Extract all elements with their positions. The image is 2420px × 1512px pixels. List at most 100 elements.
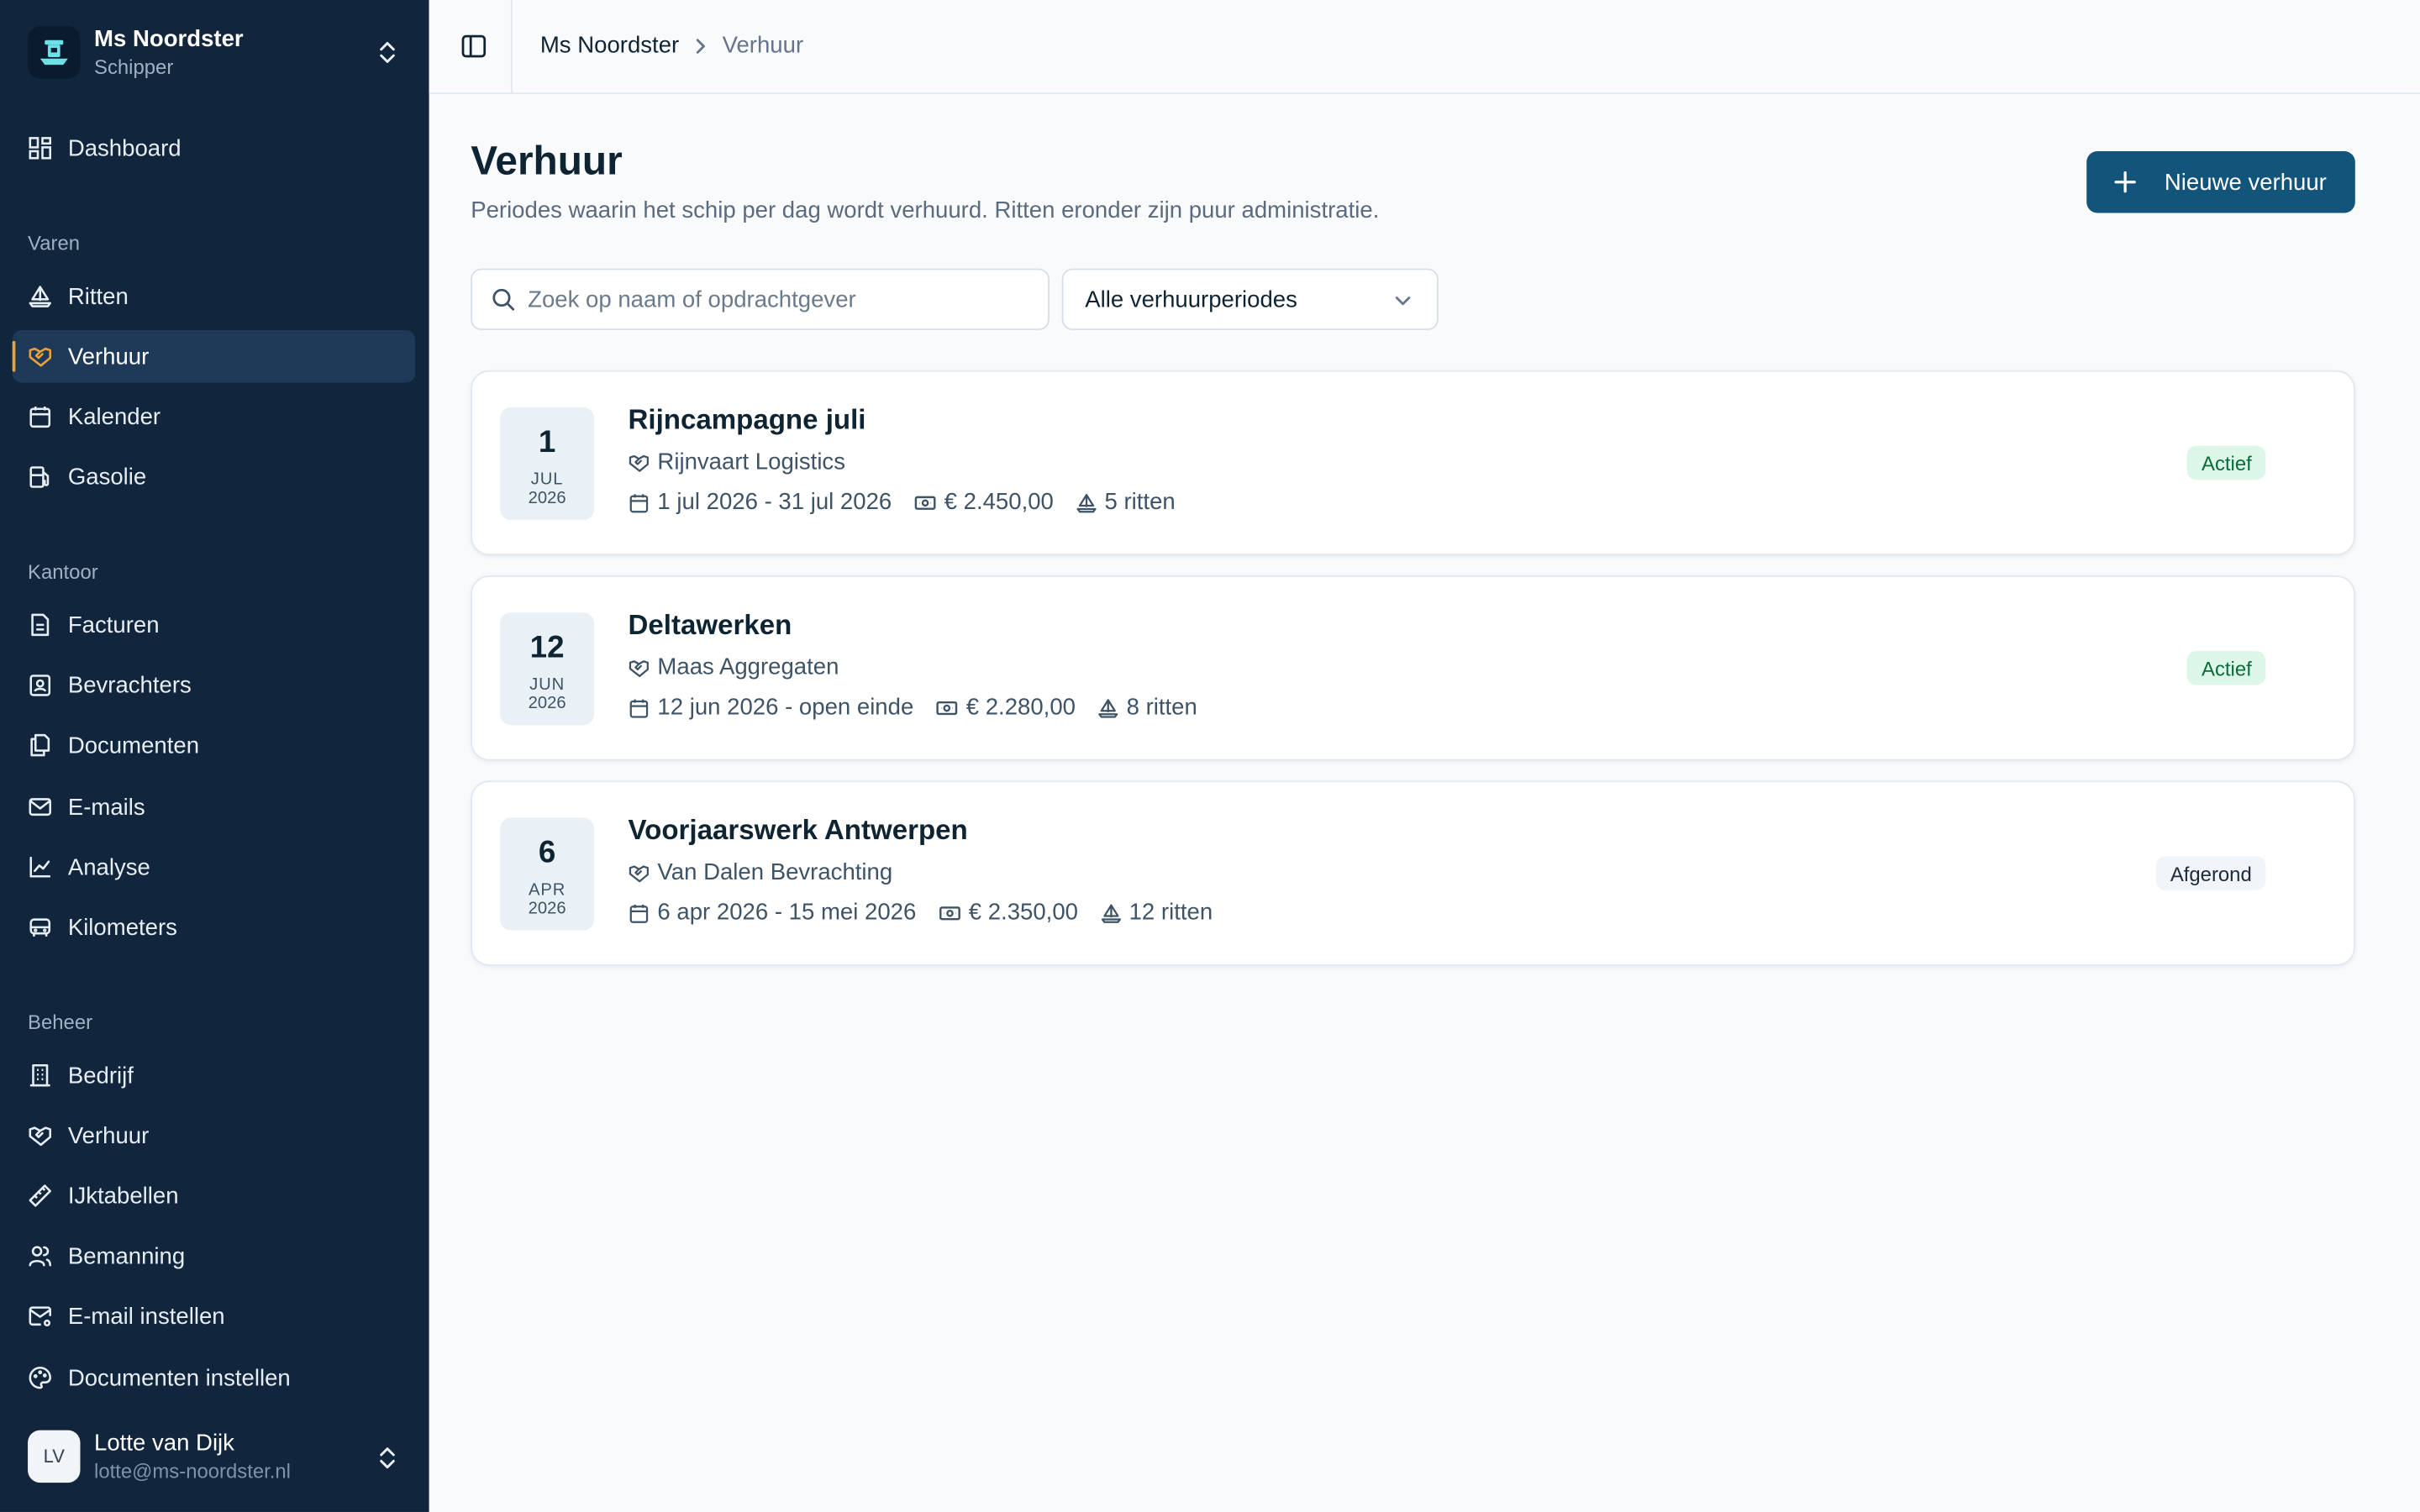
- date-month: JUL: [530, 470, 564, 490]
- sidebar-toggle-icon[interactable]: [460, 33, 487, 68]
- file-icon: [28, 612, 52, 637]
- rental-trips: 8 ritten: [1126, 694, 1197, 721]
- nav-label: Analyse: [67, 853, 150, 880]
- banknote-icon: [938, 902, 961, 924]
- page-subtitle: Periodes waarin het schip per dag wordt …: [471, 197, 1380, 224]
- chevrons-up-down-icon: [376, 1446, 398, 1478]
- rental-period: 12 jun 2026 - open einde: [657, 694, 914, 721]
- search-field[interactable]: [471, 268, 1050, 331]
- rental-title: Rijncampagne juli: [628, 404, 866, 435]
- chevron-down-icon: [1394, 290, 1413, 316]
- nav-label: Ritten: [67, 283, 129, 310]
- new-rental-button[interactable]: Nieuwe verhuur: [2086, 150, 2355, 213]
- building-icon: [28, 1063, 52, 1087]
- rental-amount: € 2.280,00: [965, 694, 1076, 721]
- nav-label: E-mails: [67, 793, 145, 821]
- nav-label: Kilometers: [67, 914, 177, 941]
- nav-ritten[interactable]: Ritten: [13, 270, 415, 322]
- files-icon: [28, 732, 52, 757]
- chevron-right-icon: [693, 36, 708, 55]
- nav-kalender[interactable]: Kalender: [13, 391, 415, 443]
- rental-card[interactable]: 1 JUL 2026 Rijncampagne juli Rijnvaart L…: [471, 370, 2355, 556]
- search-input[interactable]: [528, 286, 1022, 312]
- nav-documenten-instellen[interactable]: Documenten instellen: [13, 1352, 415, 1404]
- nav-bedrijf[interactable]: Bedrijf: [13, 1049, 415, 1101]
- users-icon: [28, 1243, 52, 1268]
- date-day: 6: [538, 836, 556, 870]
- rental-meta: 1 jul 2026 - 31 jul 2026 € 2.450,00 5 ri…: [629, 489, 1197, 515]
- rental-client: Van Dalen Bevrachting: [629, 859, 893, 886]
- date-year: 2026: [528, 694, 566, 713]
- nav-kilometers[interactable]: Kilometers: [13, 901, 415, 953]
- nav-dashboard[interactable]: Dashboard: [13, 122, 415, 174]
- breadcrumb: Ms Noordster Verhuur: [540, 33, 803, 59]
- date-tile: 6 APR 2026: [500, 817, 595, 931]
- nav-bevrachters[interactable]: Bevrachters: [13, 659, 415, 711]
- rental-client-name: Maas Aggregaten: [657, 654, 839, 680]
- handshake-icon: [28, 344, 52, 369]
- nav-bemanning[interactable]: Bemanning: [13, 1230, 415, 1282]
- handshake-icon: [629, 451, 650, 473]
- user-menu[interactable]: LV Lotte van Dijk lotte@ms-noordster.nl: [15, 1416, 413, 1497]
- period-select-value: Alle verhuurperiodes: [1085, 286, 1297, 312]
- nav-documenten[interactable]: Documenten: [13, 719, 415, 771]
- chart-icon: [28, 855, 52, 879]
- boat-icon: [28, 284, 52, 308]
- section-label-kantoor: Kantoor: [28, 559, 98, 584]
- dashboard-icon: [28, 136, 52, 160]
- date-day: 12: [529, 631, 565, 665]
- breadcrumb-parent[interactable]: Ms Noordster: [540, 33, 679, 59]
- rental-meta: 12 jun 2026 - open einde € 2.280,00 8 ri…: [629, 695, 1219, 721]
- nav-label: Bedrijf: [67, 1062, 134, 1089]
- date-month: APR: [528, 880, 566, 900]
- banknote-icon: [913, 491, 937, 513]
- topbar-divider: [510, 0, 513, 93]
- date-tile: 1 JUL 2026: [500, 407, 595, 520]
- palette-icon: [28, 1365, 52, 1389]
- handshake-icon: [28, 1123, 52, 1147]
- status-badge: Actief: [2187, 445, 2266, 480]
- nav-verhuur-beheer[interactable]: Verhuur: [13, 1110, 415, 1162]
- nav-analyse[interactable]: Analyse: [13, 841, 415, 893]
- rental-card[interactable]: 6 APR 2026 Voorjaarswerk Antwerpen Van D…: [471, 780, 2355, 966]
- ship-switcher[interactable]: Ms Noordster Schipper: [15, 15, 413, 89]
- rental-title: Voorjaarswerk Antwerpen: [628, 814, 968, 846]
- rental-period: 6 apr 2026 - 15 mei 2026: [657, 899, 917, 927]
- period-select[interactable]: Alle verhuurperiodes: [1061, 268, 1439, 331]
- boat-icon: [1097, 696, 1119, 718]
- mail-icon: [28, 795, 52, 819]
- rental-client-name: Van Dalen Bevrachting: [657, 859, 893, 886]
- nav-label: IJktabellen: [67, 1182, 179, 1210]
- handshake-icon: [629, 862, 650, 884]
- banknote-icon: [935, 696, 959, 718]
- nav-facturen[interactable]: Facturen: [13, 599, 415, 651]
- calendar-icon: [28, 404, 52, 428]
- chevrons-up-down-icon: [376, 40, 398, 73]
- boat-icon: [1100, 902, 1122, 924]
- nav-label: E-mail instellen: [67, 1303, 225, 1330]
- nav-ijktabellen[interactable]: IJktabellen: [13, 1169, 415, 1221]
- nav-gasolie[interactable]: Gasolie: [13, 450, 415, 502]
- boat-icon: [1076, 491, 1097, 513]
- rental-meta: 6 apr 2026 - 15 mei 2026 € 2.350,00 12 r…: [629, 900, 1234, 926]
- nav-verhuur[interactable]: Verhuur: [12, 330, 416, 383]
- rental-client-name: Rijnvaart Logistics: [657, 449, 845, 475]
- handshake-icon: [629, 657, 650, 679]
- ship-name: Ms Noordster: [94, 25, 244, 52]
- calendar-icon: [629, 902, 650, 924]
- nav-label: Kalender: [67, 403, 161, 430]
- section-label-beheer: Beheer: [28, 1011, 93, 1034]
- search-icon: [491, 287, 515, 312]
- nav-label: Bevrachters: [67, 671, 192, 699]
- nav-email-instellen[interactable]: E-mail instellen: [13, 1289, 415, 1341]
- ship-logo-icon: [28, 26, 81, 79]
- nav-emails[interactable]: E-mails: [13, 780, 415, 832]
- date-day: 1: [538, 425, 556, 460]
- user-name: Lotte van Dijk: [94, 1430, 234, 1457]
- rental-card[interactable]: 12 JUN 2026 Deltawerken Maas Aggregaten …: [471, 575, 2355, 761]
- rental-amount: € 2.450,00: [944, 489, 1054, 516]
- rental-period: 1 jul 2026 - 31 jul 2026: [657, 489, 892, 516]
- user-email: lotte@ms-noordster.nl: [94, 1459, 291, 1483]
- new-rental-label: Nieuwe verhuur: [2164, 169, 2327, 196]
- avatar: LV: [28, 1430, 81, 1483]
